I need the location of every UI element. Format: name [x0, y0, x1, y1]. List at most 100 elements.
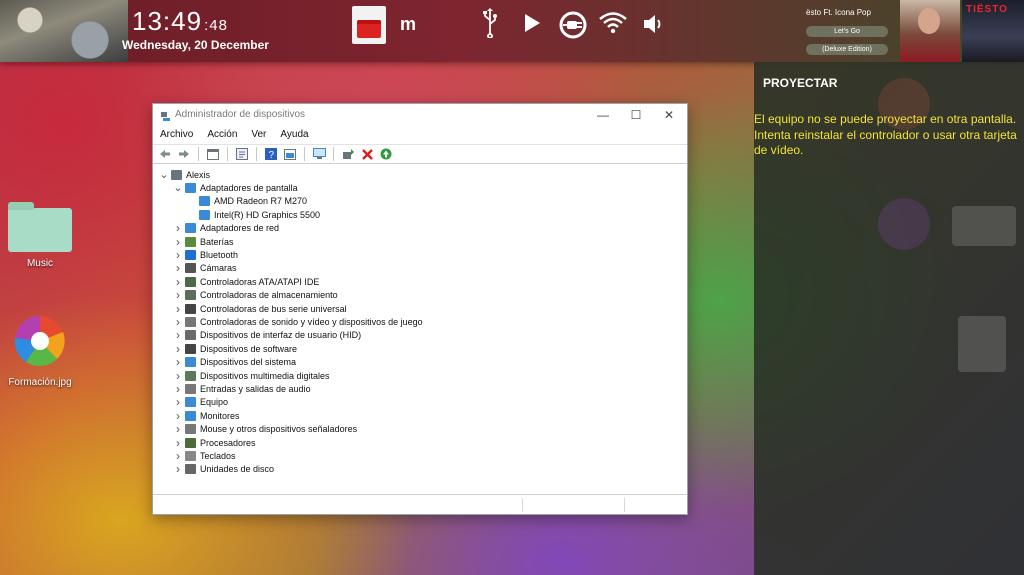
- tree-category[interactable]: › Bluetooth: [153, 248, 687, 262]
- chevron-right-icon[interactable]: ›: [171, 436, 185, 450]
- tree-label: Controladoras ATA/ATAPI IDE: [200, 276, 320, 287]
- chevron-right-icon[interactable]: ›: [171, 342, 185, 356]
- update-driver-icon[interactable]: [340, 146, 356, 162]
- toolbar-separator: [198, 147, 199, 161]
- svg-text:?: ?: [269, 150, 275, 160]
- minimize-button[interactable]: —: [587, 106, 619, 124]
- chevron-right-icon[interactable]: ›: [171, 449, 185, 463]
- desktop-icon-label: Music: [26, 258, 54, 269]
- chevron-down-icon[interactable]: ⌄: [157, 169, 171, 180]
- folder-icon: [8, 202, 72, 252]
- chevron-right-icon[interactable]: ›: [171, 248, 185, 262]
- tree-category[interactable]: › Cámaras: [153, 261, 687, 275]
- power-plug-icon[interactable]: [558, 10, 588, 45]
- top-bar: 13:49:48 Wednesday, 20 December m ësto F…: [0, 0, 1024, 62]
- desktop-icon-image[interactable]: Formación.jpg: [0, 314, 80, 388]
- view-resources-icon[interactable]: [282, 146, 298, 162]
- tree-label: Monitores: [200, 410, 240, 421]
- tree-label: Teclados: [200, 450, 236, 461]
- chevron-right-icon[interactable]: ›: [171, 328, 185, 342]
- properties-icon[interactable]: [234, 146, 250, 162]
- window-title-bar[interactable]: Administrador de dispositivos — ☐ ✕: [153, 104, 687, 126]
- device-category-icon: [185, 450, 196, 461]
- help-icon[interactable]: ?: [263, 146, 279, 162]
- tree-category[interactable]: › Entradas y salidas de audio: [153, 382, 687, 396]
- tree-label: Dispositivos de interfaz de usuario (HID…: [200, 330, 362, 341]
- tree-category[interactable]: › Mouse y otros dispositivos señaladores: [153, 422, 687, 436]
- chevron-right-icon[interactable]: ›: [171, 302, 185, 316]
- clock: 13:49:48: [132, 6, 228, 41]
- tree-category[interactable]: › Controladoras ATA/ATAPI IDE: [153, 275, 687, 289]
- uninstall-icon[interactable]: [359, 146, 375, 162]
- tree-device[interactable]: AMD Radeon R7 M270: [153, 195, 687, 208]
- desktop-icon-music[interactable]: Music: [0, 202, 80, 269]
- tree-category[interactable]: › Adaptadores de red: [153, 221, 687, 235]
- tree-category[interactable]: › Controladoras de sonido y vídeo y dispo…: [153, 315, 687, 329]
- tree-category[interactable]: › Unidades de disco: [153, 462, 687, 476]
- tree-root[interactable]: ⌄ Alexis: [153, 168, 687, 181]
- chevron-right-icon[interactable]: ›: [171, 315, 185, 329]
- chevron-right-icon[interactable]: ›: [171, 462, 185, 476]
- chevron-right-icon[interactable]: ›: [171, 261, 185, 275]
- menu-ver[interactable]: Ver: [251, 126, 266, 144]
- tree-label: Procesadores: [200, 437, 256, 448]
- now-playing-album[interactable]: (Deluxe Edition): [806, 44, 888, 55]
- device-category-icon: [185, 437, 196, 448]
- wifi-icon[interactable]: [598, 10, 628, 41]
- tree-category[interactable]: › Dispositivos del sistema: [153, 355, 687, 369]
- tree-label: Dispositivos de software: [200, 343, 298, 354]
- device-category-icon: [185, 370, 196, 381]
- usb-icon[interactable]: [482, 8, 498, 43]
- tree-category[interactable]: › Dispositivos de interfaz de usuario (HI…: [153, 328, 687, 342]
- maxthon-icon[interactable]: m: [400, 14, 416, 35]
- tree-category[interactable]: › Dispositivos de software: [153, 342, 687, 356]
- tree-category[interactable]: › Controladoras de almacenamiento: [153, 288, 687, 302]
- panel-message: El equipo no se puede proyectar en otra …: [754, 112, 1017, 157]
- tree-category[interactable]: › Equipo: [153, 395, 687, 409]
- tree-category[interactable]: › Dispositivos multimedia digitales: [153, 369, 687, 383]
- scan-hardware-icon[interactable]: [311, 146, 327, 162]
- menu-ayuda[interactable]: Ayuda: [280, 126, 308, 144]
- chevron-right-icon[interactable]: ›: [171, 235, 185, 249]
- maximize-button[interactable]: ☐: [620, 106, 652, 124]
- chevron-right-icon[interactable]: ›: [171, 395, 185, 409]
- album-art-2[interactable]: TIËSTO: [962, 0, 1024, 62]
- forward-arrow-icon[interactable]: [176, 146, 192, 162]
- tree-category[interactable]: › Baterías: [153, 235, 687, 249]
- chevron-down-icon[interactable]: ⌄: [171, 183, 185, 194]
- album-art-1[interactable]: [900, 0, 960, 62]
- now-playing-artist: ësto Ft. Icona Pop: [806, 8, 871, 17]
- clock-hours-minutes: 13:49: [132, 6, 203, 36]
- tree-device[interactable]: Intel(R) HD Graphics 5500: [153, 208, 687, 221]
- back-arrow-icon[interactable]: [157, 146, 173, 162]
- chevron-right-icon[interactable]: ›: [171, 221, 185, 235]
- tree-category[interactable]: › Teclados: [153, 449, 687, 463]
- device-category-icon: [185, 343, 196, 354]
- tree-category[interactable]: › Monitores: [153, 409, 687, 423]
- volume-icon[interactable]: [642, 12, 664, 41]
- chevron-right-icon[interactable]: ›: [171, 275, 185, 289]
- chevron-right-icon[interactable]: ›: [171, 369, 185, 383]
- menu-archivo[interactable]: Archivo: [160, 126, 193, 144]
- menu-accion[interactable]: Acción: [207, 126, 237, 144]
- enable-device-icon[interactable]: [378, 146, 394, 162]
- device-category-icon: [185, 223, 196, 234]
- tree-category[interactable]: ⌄ Adaptadores de pantalla: [153, 181, 687, 194]
- chevron-right-icon[interactable]: ›: [171, 409, 185, 423]
- tree-category[interactable]: › Procesadores: [153, 436, 687, 450]
- chevron-right-icon[interactable]: ›: [171, 355, 185, 369]
- show-hide-tree-icon[interactable]: [205, 146, 221, 162]
- now-playing-track[interactable]: Let's Go: [806, 26, 888, 37]
- menu-bar: Archivo Acción Ver Ayuda: [153, 126, 687, 144]
- play-icon[interactable]: [522, 12, 542, 39]
- chevron-right-icon[interactable]: ›: [171, 288, 185, 302]
- chevron-right-icon[interactable]: ›: [171, 382, 185, 396]
- tree-category[interactable]: › Controladoras de bus serie universal: [153, 302, 687, 316]
- chevron-right-icon[interactable]: ›: [171, 422, 185, 436]
- panel-title: PROYECTAR: [763, 76, 838, 90]
- toolbox-icon[interactable]: [352, 6, 386, 44]
- tree-label: Equipo: [200, 397, 229, 408]
- tree-label: Controladoras de almacenamiento: [200, 290, 338, 301]
- close-button[interactable]: ✕: [653, 106, 685, 124]
- toolbar-separator: [256, 147, 257, 161]
